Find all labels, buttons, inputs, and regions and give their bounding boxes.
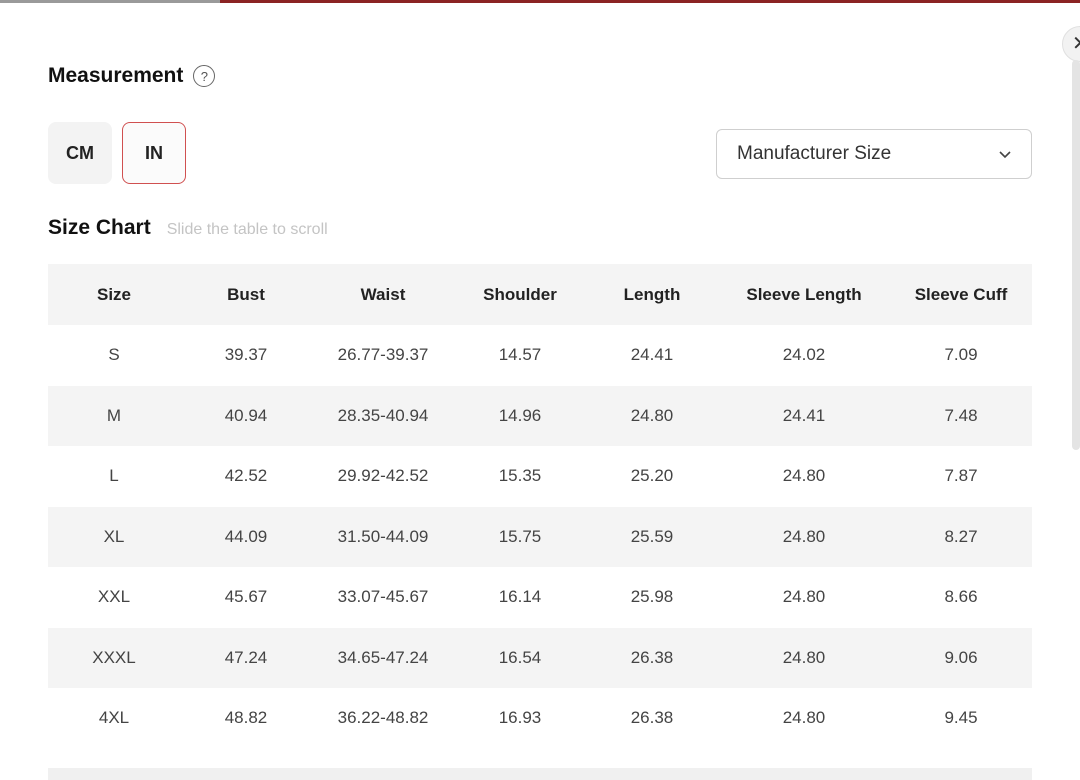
table-cell: 15.35 bbox=[454, 446, 586, 507]
size-type-select-value: Manufacturer Size bbox=[737, 143, 892, 164]
table-cell: 33.07-45.67 bbox=[312, 567, 454, 628]
table-cell: 40.94 bbox=[180, 385, 312, 446]
table-row: XXXL 47.24 34.65-47.24 16.54 26.38 24.80… bbox=[48, 627, 1032, 688]
column-header-waist: Waist bbox=[312, 264, 454, 325]
table-cell: 7.09 bbox=[890, 325, 1032, 386]
column-header-sleeve-length: Sleeve Length bbox=[718, 264, 890, 325]
column-header-bust: Bust bbox=[180, 264, 312, 325]
top-strip-segment bbox=[0, 0, 220, 3]
horizontal-scrollbar[interactable] bbox=[48, 768, 1032, 780]
table-cell: L bbox=[48, 446, 180, 507]
table-cell: 24.80 bbox=[718, 627, 890, 688]
size-chart-title: Size Chart bbox=[48, 216, 151, 239]
table-row: S 39.37 26.77-39.37 14.57 24.41 24.02 7.… bbox=[48, 325, 1032, 386]
measurement-title: Measurement bbox=[48, 64, 184, 87]
table-cell: 25.20 bbox=[586, 446, 718, 507]
unit-cm-button[interactable]: CM bbox=[48, 122, 112, 184]
table-cell: 24.80 bbox=[718, 567, 890, 628]
size-chart-table[interactable]: Size Bust Waist Shoulder Length Sleeve L… bbox=[48, 264, 1032, 749]
table-cell: 26.38 bbox=[586, 627, 718, 688]
close-button[interactable]: ✕ bbox=[1062, 26, 1080, 62]
table-header-row: Size Bust Waist Shoulder Length Sleeve L… bbox=[48, 264, 1032, 325]
table-cell: 7.48 bbox=[890, 385, 1032, 446]
table-cell: M bbox=[48, 385, 180, 446]
table-cell: 8.66 bbox=[890, 567, 1032, 628]
table-cell: 16.54 bbox=[454, 627, 586, 688]
table-cell: 48.82 bbox=[180, 688, 312, 749]
table-cell: 24.80 bbox=[718, 688, 890, 749]
unit-in-button[interactable]: IN bbox=[122, 122, 186, 184]
table-cell: 44.09 bbox=[180, 506, 312, 567]
table-row: L 42.52 29.92-42.52 15.35 25.20 24.80 7.… bbox=[48, 446, 1032, 507]
question-circle-icon[interactable]: ? bbox=[193, 65, 216, 87]
table-cell: 14.57 bbox=[454, 325, 586, 386]
column-header-sleeve-cuff: Sleeve Cuff bbox=[890, 264, 1032, 325]
column-header-shoulder: Shoulder bbox=[454, 264, 586, 325]
table-cell: 9.06 bbox=[890, 627, 1032, 688]
table-cell: 28.35-40.94 bbox=[312, 385, 454, 446]
table-cell: 24.41 bbox=[718, 385, 890, 446]
table-cell: 25.98 bbox=[586, 567, 718, 628]
table-cell: 26.77-39.37 bbox=[312, 325, 454, 386]
table-cell: XXXL bbox=[48, 627, 180, 688]
table-cell: 34.65-47.24 bbox=[312, 627, 454, 688]
measurement-header: Measurement ? bbox=[48, 62, 216, 90]
size-chart-header: Size Chart Slide the table to scroll bbox=[48, 216, 328, 240]
size-type-select[interactable]: Manufacturer Size bbox=[716, 129, 1032, 179]
table-cell: 9.45 bbox=[890, 688, 1032, 749]
table-cell: 45.67 bbox=[180, 567, 312, 628]
table-row: 4XL 48.82 36.22-48.82 16.93 26.38 24.80 … bbox=[48, 688, 1032, 749]
table-cell: 47.24 bbox=[180, 627, 312, 688]
table-cell: 24.41 bbox=[586, 325, 718, 386]
top-progress-strip bbox=[0, 0, 1080, 3]
table-row: XXL 45.67 33.07-45.67 16.14 25.98 24.80 … bbox=[48, 567, 1032, 628]
close-icon: ✕ bbox=[1072, 33, 1080, 55]
table-cell: 24.80 bbox=[718, 446, 890, 507]
column-header-size: Size bbox=[48, 264, 180, 325]
table-row: M 40.94 28.35-40.94 14.96 24.80 24.41 7.… bbox=[48, 385, 1032, 446]
table-cell: 24.80 bbox=[718, 506, 890, 567]
table-cell: 4XL bbox=[48, 688, 180, 749]
table-cell: 16.93 bbox=[454, 688, 586, 749]
table-cell: S bbox=[48, 325, 180, 386]
table-cell: 26.38 bbox=[586, 688, 718, 749]
table-row: XL 44.09 31.50-44.09 15.75 25.59 24.80 8… bbox=[48, 506, 1032, 567]
top-strip-segment-accent bbox=[220, 0, 1080, 3]
table-cell: 16.14 bbox=[454, 567, 586, 628]
table-cell: 15.75 bbox=[454, 506, 586, 567]
table-cell: 7.87 bbox=[890, 446, 1032, 507]
chevron-down-icon bbox=[999, 146, 1011, 162]
table-cell: 39.37 bbox=[180, 325, 312, 386]
table-cell: 14.96 bbox=[454, 385, 586, 446]
table-cell: 25.59 bbox=[586, 506, 718, 567]
table-cell: 29.92-42.52 bbox=[312, 446, 454, 507]
vertical-scrollbar[interactable] bbox=[1072, 60, 1080, 450]
table-cell: 24.02 bbox=[718, 325, 890, 386]
table-cell: 36.22-48.82 bbox=[312, 688, 454, 749]
table-cell: XXL bbox=[48, 567, 180, 628]
table-cell: XL bbox=[48, 506, 180, 567]
table-cell: 8.27 bbox=[890, 506, 1032, 567]
column-header-length: Length bbox=[586, 264, 718, 325]
table-cell: 24.80 bbox=[586, 385, 718, 446]
table-cell: 31.50-44.09 bbox=[312, 506, 454, 567]
table-cell: 42.52 bbox=[180, 446, 312, 507]
scroll-hint: Slide the table to scroll bbox=[166, 221, 328, 238]
